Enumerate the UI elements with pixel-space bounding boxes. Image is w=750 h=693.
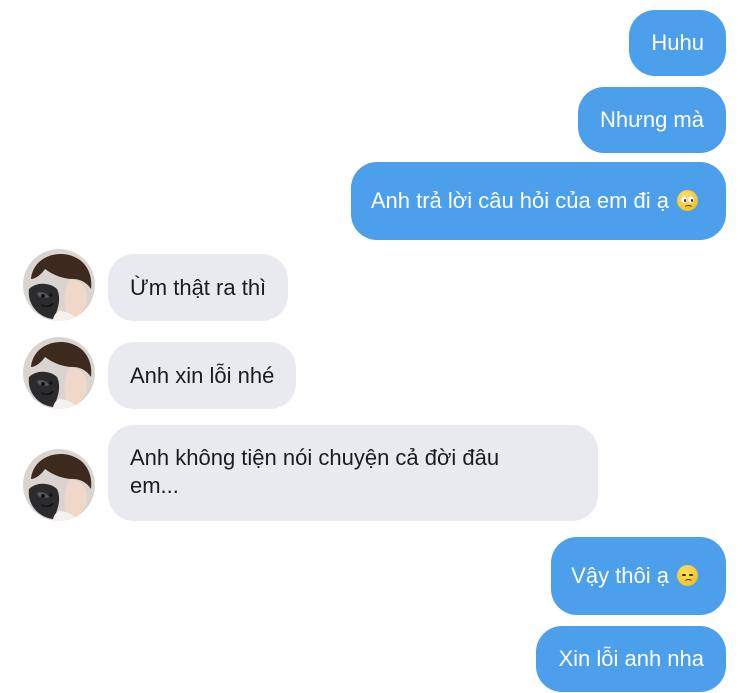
- contact-avatar[interactable]: [23, 449, 95, 521]
- contact-avatar[interactable]: [23, 337, 95, 409]
- disappointed-face-emoji-icon: [677, 565, 698, 586]
- outgoing-message[interactable]: Nhưng mà: [578, 87, 726, 153]
- outgoing-message[interactable]: Vậy thôi ạ: [551, 537, 726, 615]
- avatar-photo: [23, 337, 95, 409]
- message-text: Vậy thôi ạ: [571, 563, 669, 588]
- incoming-message[interactable]: Anh xin lỗi nhé: [108, 342, 297, 409]
- message-text: Nhưng mà: [600, 107, 704, 132]
- pleading-face-emoji-icon: [677, 190, 698, 211]
- message-text: Anh xin lỗi nhé: [130, 363, 275, 388]
- contact-avatar[interactable]: [23, 249, 95, 321]
- outgoing-message[interactable]: Xin lỗi anh nha: [536, 626, 726, 692]
- message-text: Xin lỗi anh nha: [558, 646, 704, 671]
- incoming-message[interactable]: Ừm thật ra thì: [108, 254, 289, 321]
- outgoing-message[interactable]: Anh trả lời câu hỏi của em đi ạ: [350, 162, 726, 240]
- outgoing-message[interactable]: Huhu: [629, 10, 726, 76]
- incoming-message[interactable]: Anh không tiện nói chuyện cả đời đâu em.…: [108, 425, 598, 521]
- message-text-line: Anh không tiện nói chuyện cả đời đâu: [130, 445, 500, 470]
- avatar-photo: [23, 449, 95, 521]
- message-text: Ừm thật ra thì: [130, 275, 267, 300]
- message-text: Huhu: [651, 30, 704, 55]
- avatar-photo: [23, 249, 95, 321]
- message-text-line: em...: [130, 473, 179, 498]
- message-text: Anh trả lời câu hỏi của em đi ạ: [370, 188, 669, 213]
